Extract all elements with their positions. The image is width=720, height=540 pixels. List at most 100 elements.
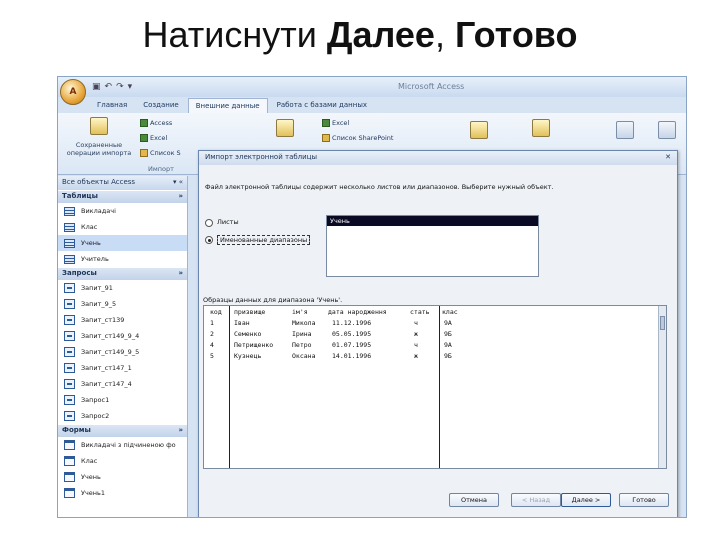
slide-title-next: Далее bbox=[326, 14, 435, 55]
nav-item-query[interactable]: Запрос1 bbox=[58, 392, 187, 408]
grid-header: клас bbox=[442, 308, 458, 316]
collapse-icon[interactable]: » bbox=[178, 192, 183, 202]
query-icon bbox=[64, 283, 75, 293]
next-button[interactable]: Далее > bbox=[561, 493, 611, 507]
access-window: ▣ ↶ ↷ ▾ Microsoft Access A Главная Созда… bbox=[57, 76, 687, 518]
nav-item-form[interactable]: Учень1 bbox=[58, 485, 187, 501]
app-title: Microsoft Access bbox=[398, 82, 465, 91]
nav-item-query[interactable]: Запрос2 bbox=[58, 408, 187, 424]
table-icon bbox=[64, 238, 75, 248]
nav-item-form[interactable]: Учень bbox=[58, 469, 187, 485]
nav-item-query[interactable]: Запит_ст147_1 bbox=[58, 360, 187, 376]
grid-header: стать bbox=[410, 308, 430, 316]
import-spreadsheet-dialog: Импорт электронной таблицы ✕ Файл электро… bbox=[198, 150, 678, 517]
nav-item-table[interactable]: Викладачі bbox=[58, 203, 187, 219]
query-icon bbox=[64, 299, 75, 309]
form-icon bbox=[64, 456, 75, 466]
preview-grid[interactable]: код призвище ім'я дата народження стать … bbox=[203, 305, 667, 469]
saved-imports-label: Сохраненные операции импорта bbox=[66, 141, 132, 157]
ranges-listbox[interactable]: Учень bbox=[326, 215, 539, 277]
office-button[interactable]: A bbox=[60, 79, 86, 105]
form-icon bbox=[64, 488, 75, 498]
grid-scrollbar[interactable] bbox=[658, 306, 666, 468]
access-icon bbox=[140, 119, 148, 127]
navigation-pane: Все объекты Access ▾ « Таблицы» Викладачі… bbox=[58, 176, 188, 517]
slide-title-finish: Готово bbox=[454, 14, 578, 55]
nav-item-query[interactable]: Запит_91 bbox=[58, 280, 187, 296]
named-ranges-radio-label[interactable]: Именованные диапазоны bbox=[217, 235, 311, 245]
chevron-down-icon[interactable]: ▾ « bbox=[173, 178, 183, 188]
nav-item-table[interactable]: Учитель bbox=[58, 251, 187, 267]
dialog-prompt: Файл электронной таблицы содержит нескол… bbox=[205, 183, 554, 191]
query-icon bbox=[64, 347, 75, 357]
preview-caption: Образцы данных для диапазона 'Учень'. bbox=[203, 296, 343, 304]
nav-item-form[interactable]: Клас bbox=[58, 453, 187, 469]
import-excel-button[interactable]: Excel bbox=[140, 134, 167, 142]
export-sharepoint-button[interactable]: Список SharePoint bbox=[322, 134, 393, 142]
import-sharepoint-button[interactable]: Список S bbox=[140, 149, 181, 157]
form-icon bbox=[64, 440, 75, 450]
nav-item-query[interactable]: Запит_ст147_4 bbox=[58, 376, 187, 392]
table-row: 2 Семенко Ірина 05.05.1995 ж 9Б bbox=[210, 330, 452, 338]
sheets-radio[interactable] bbox=[205, 219, 213, 227]
save-icon[interactable]: ▣ bbox=[92, 81, 101, 93]
nav-item-form[interactable]: Викладачі з підчиненою фо bbox=[58, 437, 187, 453]
scrollbar-thumb[interactable] bbox=[660, 316, 665, 330]
nav-item-table[interactable]: Учень bbox=[58, 235, 187, 251]
nav-header[interactable]: Все объекты Access ▾ « bbox=[58, 176, 187, 190]
work-online-icon[interactable] bbox=[532, 119, 550, 137]
ribbon-tabs: Главная Создание Внешние данные Работа с… bbox=[90, 98, 374, 113]
table-icon bbox=[64, 254, 75, 264]
nav-section-tables[interactable]: Таблицы» bbox=[58, 191, 187, 203]
cancel-button[interactable]: Отмена bbox=[449, 493, 499, 507]
slide-title: Натиснути Далее, Готово bbox=[0, 14, 720, 56]
nav-item-query[interactable]: Запит_ст149_9_5 bbox=[58, 344, 187, 360]
nav-section-forms[interactable]: Формы» bbox=[58, 425, 187, 437]
title-bar: ▣ ↶ ↷ ▾ Microsoft Access bbox=[58, 77, 686, 97]
saved-imports-icon[interactable] bbox=[90, 117, 108, 135]
nav-item-query[interactable]: Запит_ст139 bbox=[58, 312, 187, 328]
customize-icon[interactable]: ▾ bbox=[128, 81, 133, 93]
synchronize-icon[interactable] bbox=[616, 121, 634, 139]
nav-item-table[interactable]: Клас bbox=[58, 219, 187, 235]
nav-item-query[interactable]: Запит_9_5 bbox=[58, 296, 187, 312]
tab-external-data[interactable]: Внешние данные bbox=[187, 98, 268, 113]
grid-header-row: код призвище ім'я дата народження стать … bbox=[204, 308, 664, 318]
back-button[interactable]: < Назад bbox=[511, 493, 561, 507]
collapse-icon[interactable]: » bbox=[178, 269, 183, 279]
grid-header: призвище bbox=[234, 308, 266, 316]
query-icon bbox=[64, 411, 75, 421]
named-ranges-radio[interactable] bbox=[205, 236, 213, 244]
table-icon bbox=[64, 222, 75, 232]
query-icon bbox=[64, 379, 75, 389]
collect-data-icon[interactable] bbox=[470, 121, 488, 139]
excel-icon bbox=[140, 134, 148, 142]
finish-button[interactable]: Готово bbox=[619, 493, 669, 507]
import-access-button[interactable]: Access bbox=[140, 119, 172, 127]
saved-exports-icon[interactable] bbox=[276, 119, 294, 137]
tab-home[interactable]: Главная bbox=[90, 98, 134, 113]
grid-header: дата народження bbox=[328, 308, 387, 316]
tab-database-tools[interactable]: Работа с базами данных bbox=[270, 98, 374, 113]
nav-section-queries[interactable]: Запросы» bbox=[58, 268, 187, 280]
office-logo-icon: A bbox=[69, 87, 77, 97]
undo-icon[interactable]: ↶ bbox=[105, 81, 113, 93]
query-icon bbox=[64, 363, 75, 373]
export-excel-button[interactable]: Excel bbox=[322, 119, 349, 127]
close-icon[interactable]: ✕ bbox=[665, 153, 671, 163]
table-row: 1 Іван Микола 11.12.1996 ч 9А bbox=[210, 319, 452, 327]
list-item[interactable]: Учень bbox=[327, 216, 538, 226]
sheets-radio-label[interactable]: Листы bbox=[217, 218, 239, 226]
nav-item-query[interactable]: Запит_ст149_9_4 bbox=[58, 328, 187, 344]
redo-icon[interactable]: ↷ bbox=[116, 81, 124, 93]
sharepoint-icon bbox=[140, 149, 148, 157]
dialog-title-bar: Импорт электронной таблицы ✕ bbox=[199, 151, 677, 165]
tab-create[interactable]: Создание bbox=[136, 98, 185, 113]
collapse-icon[interactable]: » bbox=[178, 426, 183, 436]
excel-export-icon bbox=[322, 119, 330, 127]
import-group-caption: Импорт bbox=[148, 165, 174, 173]
quick-access-toolbar: ▣ ↶ ↷ ▾ bbox=[92, 81, 132, 93]
discard-changes-icon[interactable] bbox=[658, 121, 676, 139]
slide-title-sep: , bbox=[434, 14, 455, 55]
table-icon bbox=[64, 206, 75, 216]
